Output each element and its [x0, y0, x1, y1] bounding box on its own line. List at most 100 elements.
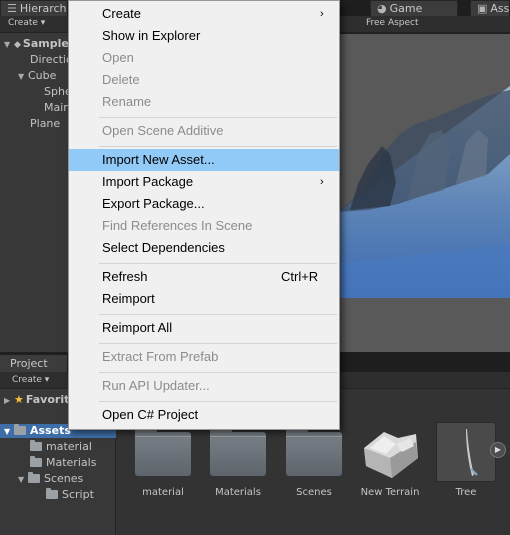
tab-hierarchy[interactable]: ☰ Hierarchy	[0, 0, 68, 16]
menu-item-label: Run API Updater...	[102, 378, 210, 393]
hierarchy-item-cube[interactable]: ▼ Cube	[18, 68, 56, 84]
tree-item-material[interactable]: material	[30, 439, 92, 455]
menu-item-find-references: Find References In Scene	[69, 215, 339, 237]
menu-item-label: Import Package	[102, 174, 194, 189]
star-icon: ★	[14, 393, 24, 406]
tree-item-scenes[interactable]: ▼ Scenes	[18, 471, 83, 487]
menu-item-run-api-updater: Run API Updater...	[69, 375, 339, 397]
menu-item-label: Create	[102, 6, 142, 21]
menu-separator	[99, 314, 337, 315]
menu-item-label: Import New Asset...	[102, 152, 215, 167]
menu-item-shortcut: Ctrl+R	[281, 269, 319, 284]
hierarchy-toolbar: Create ▾	[0, 16, 72, 33]
menu-item-label: Open Scene Additive	[102, 123, 224, 138]
pacman-icon: ◕	[377, 2, 387, 15]
expand-arrow-icon[interactable]: ▼	[18, 472, 28, 488]
menu-item-label: Select Dependencies	[102, 240, 225, 255]
hierarchy-item-label: Plane	[30, 117, 61, 130]
menu-item-create[interactable]: Create ›	[69, 3, 339, 25]
menu-item-extract-from-prefab: Extract From Prefab	[69, 346, 339, 368]
menu-item-import-new-asset[interactable]: Import New Asset...	[69, 149, 339, 171]
asset-label: Scenes	[296, 487, 332, 498]
asset-label: material	[142, 487, 184, 498]
menu-item-delete: Delete	[69, 69, 339, 91]
tab-asset-store[interactable]: ▣Asse	[470, 0, 510, 16]
folder-icon	[46, 488, 58, 499]
menu-item-select-dependencies[interactable]: Select Dependencies	[69, 237, 339, 259]
menu-item-label: Open C# Project	[102, 407, 199, 422]
asset-label: Tree	[455, 487, 477, 498]
menu-item-reimport-all[interactable]: Reimport All	[69, 317, 339, 339]
folder-icon	[286, 426, 342, 476]
menu-item-label: Rename	[102, 94, 152, 109]
tree-item-assets[interactable]: ▼ Assets	[4, 423, 71, 439]
aspect-dropdown[interactable]: Free Aspect	[366, 18, 419, 28]
folder-icon	[28, 472, 40, 483]
menu-item-label: Delete	[102, 72, 140, 87]
tab-hierarchy-label: Hierarchy	[19, 2, 68, 15]
menu-item-open: Open	[69, 47, 339, 69]
folder-icon	[210, 426, 266, 476]
menu-separator	[99, 401, 337, 402]
menu-separator	[99, 343, 337, 344]
menu-separator	[99, 263, 337, 264]
tab-project[interactable]: Project	[0, 355, 68, 372]
menu-item-label: Show in Explorer	[102, 28, 201, 43]
menu-item-export-package[interactable]: Export Package...	[69, 193, 339, 215]
project-tab-label: Project	[10, 357, 48, 370]
tab-asset-store-label: Asse	[490, 2, 510, 15]
game-toolbar: Free Aspect	[338, 16, 510, 33]
folder-icon	[30, 440, 42, 451]
menu-item-import-package[interactable]: Import Package ›	[69, 171, 339, 193]
asset-label: Materials	[215, 487, 261, 498]
context-menu: Create › Show in Explorer Open Delete Re…	[68, 0, 340, 430]
tree-item-script[interactable]: Script	[46, 487, 94, 503]
project-create-label: Create	[12, 375, 42, 385]
expand-arrow-icon[interactable]: ▶	[4, 393, 14, 409]
menu-item-show-in-explorer[interactable]: Show in Explorer	[69, 25, 339, 47]
menu-item-label: Reimport	[102, 291, 155, 306]
menu-item-label: Extract From Prefab	[102, 349, 219, 364]
hierarchy-panel: Create ▾ ▼◆SampleScene Directional Light…	[0, 16, 120, 352]
textured-plane	[338, 86, 510, 298]
tree-item-materials[interactable]: Materials	[30, 455, 96, 471]
tree-item-label: material	[46, 440, 92, 453]
hierarchy-item-plane[interactable]: Plane	[30, 116, 60, 132]
asset-label: New Terrain	[360, 487, 420, 498]
tree-item-label: Script	[62, 488, 94, 501]
menu-item-label: Refresh	[102, 269, 148, 284]
expand-arrow-icon[interactable]: ▼	[4, 424, 14, 440]
menu-item-open-scene-additive: Open Scene Additive	[69, 120, 339, 142]
menu-item-open-csharp-project[interactable]: Open C# Project	[69, 404, 339, 426]
folder-icon	[14, 424, 26, 435]
hierarchy-item-label: Cube	[28, 69, 57, 82]
menu-item-reimport[interactable]: Reimport	[69, 288, 339, 310]
hierarchy-create-label: Create	[8, 18, 38, 28]
menu-item-label: Export Package...	[102, 196, 205, 211]
folder-icon	[135, 426, 191, 476]
folder-icon	[30, 456, 42, 467]
project-create-button[interactable]: Create ▾	[12, 375, 49, 385]
submenu-arrow-icon: ›	[320, 176, 324, 188]
menu-separator	[99, 146, 337, 147]
tree-item-label: Materials	[46, 456, 97, 469]
menu-separator	[99, 372, 337, 373]
scroll-right-icon[interactable]: ▶	[490, 442, 506, 458]
tree-icon	[436, 422, 496, 482]
menu-item-rename: Rename	[69, 91, 339, 113]
unity-icon: ◆	[14, 40, 21, 50]
game-viewport[interactable]	[338, 34, 510, 352]
store-icon: ▣	[477, 2, 488, 15]
expand-arrow-icon[interactable]: ▼	[18, 69, 28, 85]
menu-item-label: Open	[102, 50, 134, 65]
expand-arrow-icon[interactable]: ▼	[4, 37, 14, 53]
tree-item-label: Assets	[30, 424, 71, 437]
menu-item-refresh[interactable]: Refresh Ctrl+R	[69, 266, 339, 288]
tree-item-label: Scenes	[44, 472, 84, 485]
submenu-arrow-icon: ›	[320, 8, 324, 20]
terrain-icon	[364, 432, 418, 478]
tab-game[interactable]: ◕ Game	[370, 0, 458, 16]
menu-separator	[99, 117, 337, 118]
hierarchy-create-button[interactable]: Create ▾	[8, 18, 45, 28]
tab-game-label: Game	[389, 2, 423, 15]
